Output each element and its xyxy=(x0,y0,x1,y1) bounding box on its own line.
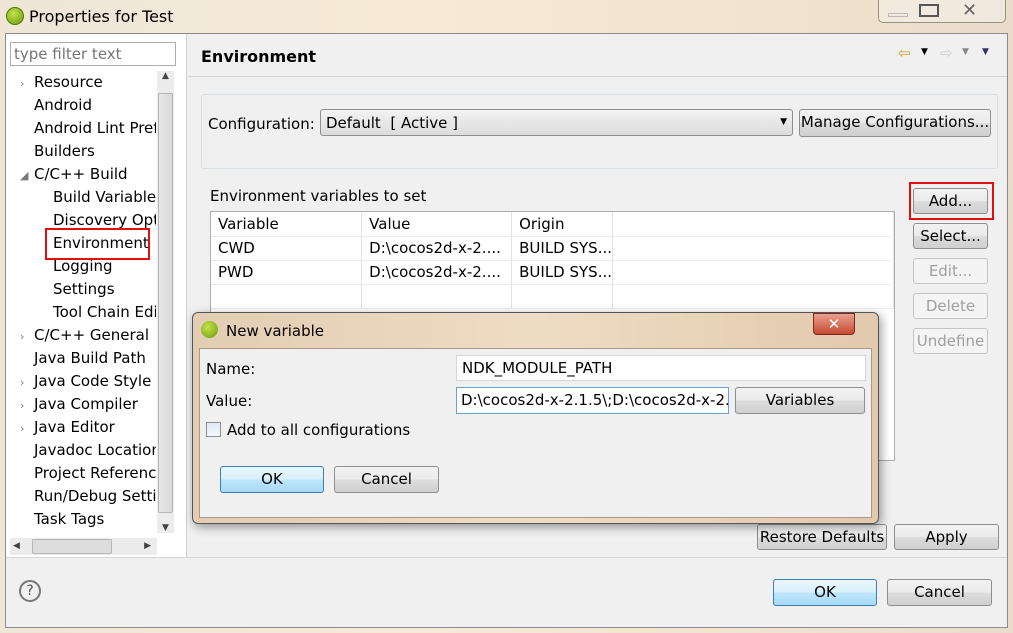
column-header-origin[interactable]: Origin xyxy=(511,212,614,237)
sidebar-item[interactable]: Build Variables xyxy=(53,186,156,209)
variables-button[interactable]: Variables xyxy=(735,387,865,414)
sidebar-item-label: Settings xyxy=(53,280,115,298)
maximize-button[interactable] xyxy=(919,4,939,17)
dialog-cancel-button[interactable]: Cancel xyxy=(334,466,439,493)
twisty-icon[interactable]: › xyxy=(20,417,34,440)
twisty-icon[interactable]: ◢ xyxy=(20,164,34,187)
environment-highlight xyxy=(45,228,150,260)
env-label: Environment variables to set xyxy=(210,187,427,205)
tree-hscrollbar[interactable]: ◀ ▶ xyxy=(10,538,157,555)
name-input[interactable]: NDK_MODULE_PATH xyxy=(456,355,866,381)
twisty-icon[interactable]: › xyxy=(20,394,34,417)
edit-button[interactable]: Edit... xyxy=(913,258,988,284)
configuration-select[interactable]: Default [ Active ] ▼ xyxy=(320,109,793,136)
sidebar-item-label: Tool Chain Edi xyxy=(53,303,156,321)
sidebar-item-label: C/C++ Build xyxy=(34,165,128,183)
twisty-icon[interactable]: › xyxy=(20,325,34,348)
table-row[interactable]: CWD D:\cocos2d-x-2.... BUILD SYS... xyxy=(211,236,894,261)
help-icon[interactable]: ? xyxy=(19,580,41,602)
sidebar-item[interactable]: Builders xyxy=(20,140,95,163)
sidebar-item[interactable]: Settings xyxy=(53,278,115,301)
configuration-value: Default [ Active ] xyxy=(326,114,458,132)
sidebar-item[interactable]: › Resource xyxy=(20,71,103,94)
select-button[interactable]: Select... xyxy=(913,223,988,249)
sidebar-item-label: Builders xyxy=(34,142,95,160)
manage-configurations-button[interactable]: Manage Configurations... xyxy=(799,109,991,137)
sidebar-item-label: Java Compiler xyxy=(34,395,138,413)
ok-button[interactable]: OK xyxy=(773,579,877,606)
sidebar-item[interactable]: Android Lint Pref xyxy=(20,117,156,140)
back-menu-icon[interactable]: ▼ xyxy=(921,47,928,57)
sidebar-item[interactable]: Javadoc Location xyxy=(20,439,156,462)
tree-vscrollbar[interactable]: ▲ ▼ xyxy=(157,71,174,533)
window-title: Properties for Test xyxy=(29,7,174,26)
sidebar-item[interactable]: ◢ C/C++ Build xyxy=(20,163,128,186)
app-icon xyxy=(6,7,24,25)
sidebar-item[interactable]: Task Tags xyxy=(20,508,104,531)
preference-tree: › Resource Android Android Lint Pref Builder… xyxy=(20,71,156,531)
name-label: Name: xyxy=(206,360,256,378)
cancel-button[interactable]: Cancel xyxy=(887,579,992,606)
twisty-icon[interactable]: › xyxy=(20,371,34,394)
sidebar-item-label: Project Referenc xyxy=(34,464,156,482)
dialog-title: New variable xyxy=(226,322,324,340)
sidebar-item-label: Android xyxy=(34,96,92,114)
sidebar-item[interactable]: Tool Chain Edi xyxy=(53,301,156,324)
forward-menu-icon: ▼ xyxy=(962,47,969,57)
sidebar-item-label: Build Variables xyxy=(53,188,156,206)
restore-defaults-button[interactable]: Restore Defaults xyxy=(757,524,887,550)
sidebar-item[interactable]: › Java Editor xyxy=(20,416,115,439)
sidebar-item[interactable]: Android xyxy=(20,94,92,117)
sidebar-item[interactable]: › Java Compiler xyxy=(20,393,138,416)
twisty-icon[interactable]: › xyxy=(20,72,34,95)
sidebar-item[interactable]: Run/Debug Setti xyxy=(20,485,156,508)
minimize-button[interactable] xyxy=(888,13,908,17)
add-to-all-label: Add to all configurations xyxy=(227,421,411,439)
sidebar-item[interactable]: Java Build Path xyxy=(20,347,146,370)
add-to-all-checkbox[interactable] xyxy=(206,422,221,437)
sidebar-item[interactable]: › C/C++ General xyxy=(20,324,149,347)
value-label: Value: xyxy=(206,392,253,410)
back-arrow-icon[interactable]: ⇦ xyxy=(898,44,911,62)
close-button[interactable]: ✕ xyxy=(962,0,977,21)
sidebar-item-label: C/C++ General xyxy=(34,326,150,344)
sidebar-item-label: Java Code Style xyxy=(34,372,152,390)
delete-button[interactable]: Delete xyxy=(913,293,988,319)
configuration-label: Configuration: xyxy=(208,115,315,133)
value-input[interactable]: D:\cocos2d-x-2.1.5\;D:\cocos2d-x-2. xyxy=(456,387,729,414)
new-variable-dialog: New variable ✕ Name: NDK_MODULE_PATH Val… xyxy=(192,312,879,524)
sidebar-item[interactable]: › Java Code Style xyxy=(20,370,151,393)
column-header-variable[interactable]: Variable xyxy=(211,212,363,237)
add-highlight xyxy=(909,182,994,220)
sidebar-item-label: Task Tags xyxy=(34,510,105,528)
view-menu-icon[interactable]: ▼ xyxy=(982,47,989,57)
dialog-icon xyxy=(201,321,218,338)
sidebar-item-label: Discovery Opt xyxy=(53,211,156,229)
sidebar-item-label: Javadoc Location xyxy=(34,441,156,459)
apply-button[interactable]: Apply xyxy=(894,524,999,550)
sidebar-item-label: Android Lint Pref xyxy=(34,119,156,137)
scroll-thumb[interactable] xyxy=(158,93,173,513)
filter-input[interactable] xyxy=(10,42,176,66)
sidebar-item-label: Java Build Path xyxy=(34,349,146,367)
dialog-close-button[interactable]: ✕ xyxy=(813,313,855,335)
sidebar-item-label: Java Editor xyxy=(34,418,115,436)
sidebar-item-label: Resource xyxy=(34,73,103,91)
chevron-down-icon: ▼ xyxy=(780,117,787,127)
sidebar-item[interactable]: Project Referenc xyxy=(20,462,156,485)
sidebar-item-label: Run/Debug Setti xyxy=(34,487,156,505)
table-row[interactable]: PWD D:\cocos2d-x-2.... BUILD SYS... xyxy=(211,260,894,285)
dialog-ok-button[interactable]: OK xyxy=(220,466,324,493)
page-title: Environment xyxy=(201,47,317,66)
undefine-button[interactable]: Undefine xyxy=(913,328,988,354)
forward-arrow-icon: ⇨ xyxy=(940,44,953,62)
column-header-value[interactable]: Value xyxy=(361,212,513,237)
